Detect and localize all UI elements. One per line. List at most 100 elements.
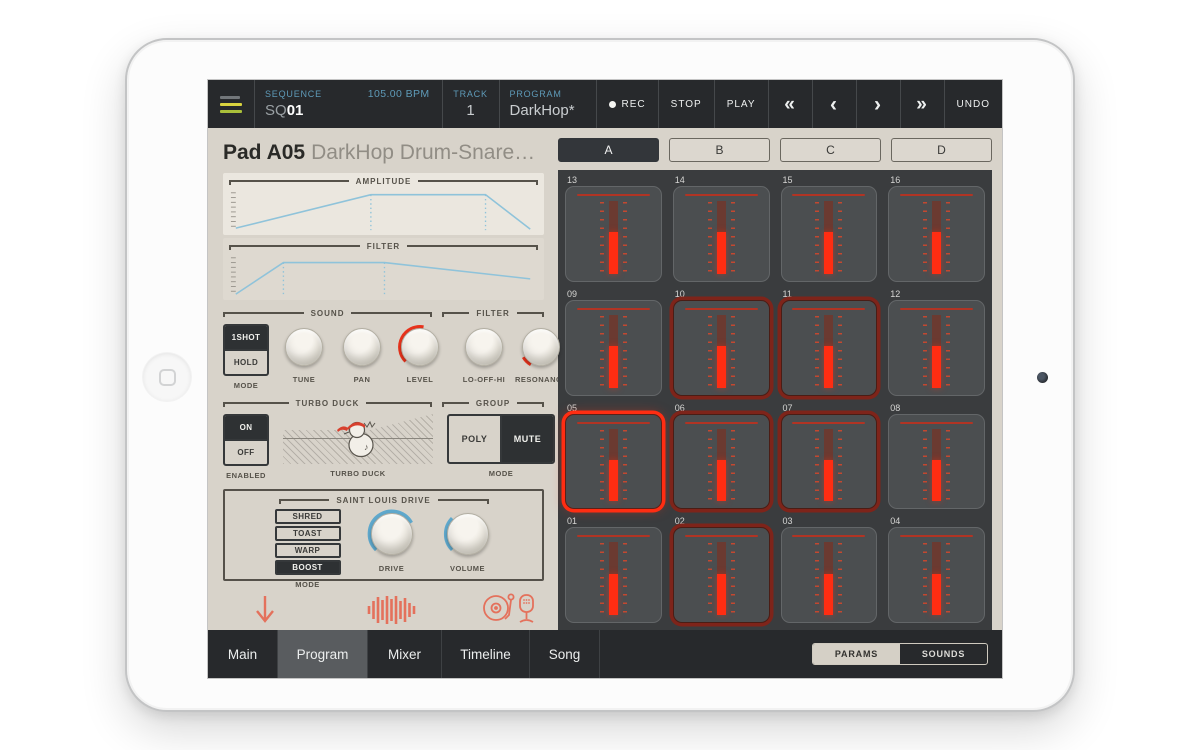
bank-tab-d[interactable]: D bbox=[891, 138, 992, 162]
volume-knob[interactable] bbox=[443, 509, 493, 559]
drum-pad-01[interactable] bbox=[565, 527, 662, 623]
group-mode-toggle[interactable]: POLY MUTE bbox=[447, 414, 555, 464]
drive-mode-list[interactable]: SHRED TOAST WARP BOOST bbox=[275, 509, 341, 575]
sample-mode-toggle[interactable]: 1SHOT HOLD bbox=[223, 324, 269, 376]
stop-label: STOP bbox=[671, 99, 702, 110]
drum-pad-02[interactable] bbox=[673, 527, 770, 623]
drum-pad-04[interactable] bbox=[888, 527, 985, 623]
pad-level-fader[interactable] bbox=[923, 542, 950, 615]
tune-knob[interactable] bbox=[281, 324, 327, 370]
pad-grid-wrap: 13 14 bbox=[558, 170, 1002, 630]
drum-pad-07[interactable] bbox=[781, 414, 878, 510]
pad-level-fader[interactable] bbox=[923, 315, 950, 388]
pad-level-fader[interactable] bbox=[600, 201, 627, 274]
stop-button[interactable]: STOP bbox=[658, 80, 714, 128]
sequence-value: SQ01 bbox=[265, 102, 349, 119]
sound-header-label: SOUND bbox=[311, 309, 345, 318]
pan-label: PAN bbox=[354, 375, 371, 384]
drum-pad-14[interactable] bbox=[673, 186, 770, 282]
drum-pad-05[interactable] bbox=[565, 414, 662, 510]
group-mode-label: MODE bbox=[489, 469, 514, 478]
drum-pad-06[interactable] bbox=[673, 414, 770, 510]
tab-main[interactable]: Main bbox=[208, 630, 278, 678]
home-button[interactable] bbox=[143, 353, 191, 401]
pad-level-fader[interactable] bbox=[923, 429, 950, 502]
turbo-duck-enabled-toggle[interactable]: ON OFF bbox=[223, 414, 269, 466]
step-back-button[interactable]: ‹ bbox=[812, 80, 856, 128]
drive-knob[interactable] bbox=[367, 509, 417, 559]
drum-pad-09[interactable] bbox=[565, 300, 662, 396]
program-selector[interactable]: PROGRAM DarkHop* bbox=[500, 80, 596, 128]
pad-level-fader[interactable] bbox=[923, 201, 950, 274]
toggle-option-sounds[interactable]: SOUNDS bbox=[900, 644, 987, 664]
drum-pad-12[interactable] bbox=[888, 300, 985, 396]
filter-envelope[interactable]: FILTER bbox=[223, 238, 544, 300]
bank-tab-b[interactable]: B bbox=[669, 138, 770, 162]
pad-level-fader[interactable] bbox=[815, 429, 842, 502]
fader-track-dim bbox=[824, 315, 833, 346]
drive-mode-boost[interactable]: BOOST bbox=[275, 560, 341, 575]
pad-level-fader[interactable] bbox=[815, 201, 842, 274]
track-selector[interactable]: TRACK 1 bbox=[443, 80, 499, 128]
pad-level-fader[interactable] bbox=[708, 201, 735, 274]
bpm-display[interactable]: 105.00 BPM bbox=[359, 80, 442, 128]
bank-tab-c[interactable]: C bbox=[780, 138, 881, 162]
drum-pad-03[interactable] bbox=[781, 527, 878, 623]
pad-level-fader[interactable] bbox=[600, 315, 627, 388]
pan-knob[interactable] bbox=[339, 324, 385, 370]
mode-option-1shot[interactable]: 1SHOT bbox=[225, 326, 267, 349]
resonance-knob[interactable] bbox=[518, 324, 564, 370]
drum-pad-13[interactable] bbox=[565, 186, 662, 282]
group-option-poly[interactable]: POLY bbox=[449, 416, 500, 462]
step-forward-button[interactable]: › bbox=[856, 80, 900, 128]
fader-track-bright bbox=[824, 346, 833, 387]
pad-level-fader[interactable] bbox=[600, 429, 627, 502]
menu-icon[interactable] bbox=[208, 80, 254, 128]
bracket-line bbox=[442, 402, 469, 407]
fader-ticks-left bbox=[708, 202, 712, 273]
fader-track bbox=[824, 315, 833, 388]
drum-pad-15[interactable] bbox=[781, 186, 878, 282]
fader-ticks-left bbox=[923, 430, 927, 501]
pad-level-fader[interactable] bbox=[708, 315, 735, 388]
bank-tab-a[interactable]: A bbox=[558, 138, 659, 162]
tune-label: TUNE bbox=[293, 375, 315, 384]
pad-level-fader[interactable] bbox=[600, 542, 627, 615]
turbo-duck-slider[interactable]: ♪ bbox=[283, 414, 433, 464]
undo-button[interactable]: UNDO bbox=[944, 80, 1002, 128]
play-button[interactable]: PLAY bbox=[714, 80, 768, 128]
enabled-option-on[interactable]: ON bbox=[225, 416, 267, 439]
pad-level-fader[interactable] bbox=[815, 315, 842, 388]
filter-cutoff-knob[interactable] bbox=[461, 324, 507, 370]
drive-mode-warp[interactable]: WARP bbox=[275, 543, 341, 558]
pad-top-line bbox=[792, 308, 865, 310]
enabled-option-off[interactable]: OFF bbox=[225, 439, 267, 464]
pad-level-fader[interactable] bbox=[815, 542, 842, 615]
play-label: PLAY bbox=[727, 99, 756, 110]
drive-mode-shred[interactable]: SHRED bbox=[275, 509, 341, 524]
pad-level-fader[interactable] bbox=[708, 542, 735, 615]
drum-pad-10[interactable] bbox=[673, 300, 770, 396]
tab-song[interactable]: Song bbox=[530, 630, 600, 678]
fader-track-bright bbox=[609, 232, 618, 273]
record-button[interactable]: REC bbox=[596, 80, 658, 128]
level-knob[interactable] bbox=[397, 324, 443, 370]
amplitude-envelope[interactable]: AMPLITUDE bbox=[223, 173, 544, 235]
sequence-selector[interactable]: SEQUENCE SQ01 bbox=[255, 80, 359, 128]
tab-timeline[interactable]: Timeline bbox=[442, 630, 530, 678]
tab-program[interactable]: Program bbox=[278, 630, 368, 678]
toggle-option-params[interactable]: PARAMS bbox=[813, 644, 900, 664]
fader-ticks-right bbox=[838, 316, 842, 387]
drum-pad-16[interactable] bbox=[888, 186, 985, 282]
mode-option-hold[interactable]: HOLD bbox=[225, 349, 267, 374]
group-option-mute[interactable]: MUTE bbox=[500, 416, 553, 462]
pad-top-line bbox=[792, 422, 865, 424]
fast-forward-button[interactable]: » bbox=[900, 80, 944, 128]
pad-level-fader[interactable] bbox=[708, 429, 735, 502]
drum-pad-08[interactable] bbox=[888, 414, 985, 510]
drum-pad-11[interactable] bbox=[781, 300, 878, 396]
rewind-button[interactable]: « bbox=[768, 80, 812, 128]
tab-mixer[interactable]: Mixer bbox=[368, 630, 442, 678]
drive-mode-toast[interactable]: TOAST bbox=[275, 526, 341, 541]
fader-ticks-left bbox=[923, 543, 927, 614]
